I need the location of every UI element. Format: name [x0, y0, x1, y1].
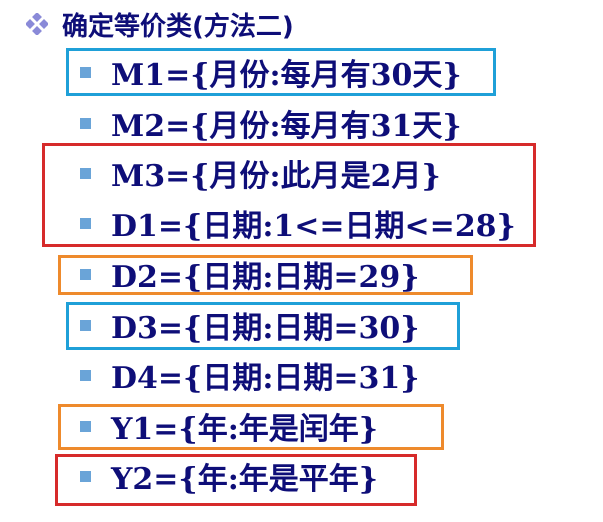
square-bullet-icon: [80, 117, 91, 129]
highlight-box-orange: [58, 255, 473, 295]
highlight-box-red: [42, 143, 536, 247]
list-item-d4: D4={日期:日期=31}: [80, 353, 420, 397]
list-item-text: D4={日期:日期=31}: [111, 361, 420, 396]
highlight-box-blue: [66, 302, 460, 350]
list-item-text: M2={月份:每月有31天}: [111, 109, 462, 144]
highlight-box-blue: [66, 48, 496, 96]
square-bullet-icon: [80, 369, 91, 381]
list-item-m2: M2={月份:每月有31天}: [80, 101, 462, 145]
diamond-cluster-icon: [26, 13, 48, 35]
section-heading: 确定等价类(方法二): [26, 6, 294, 42]
highlight-box-red: [55, 454, 417, 506]
heading-title: 确定等价类(方法二): [62, 11, 294, 42]
highlight-box-orange: [58, 404, 444, 450]
